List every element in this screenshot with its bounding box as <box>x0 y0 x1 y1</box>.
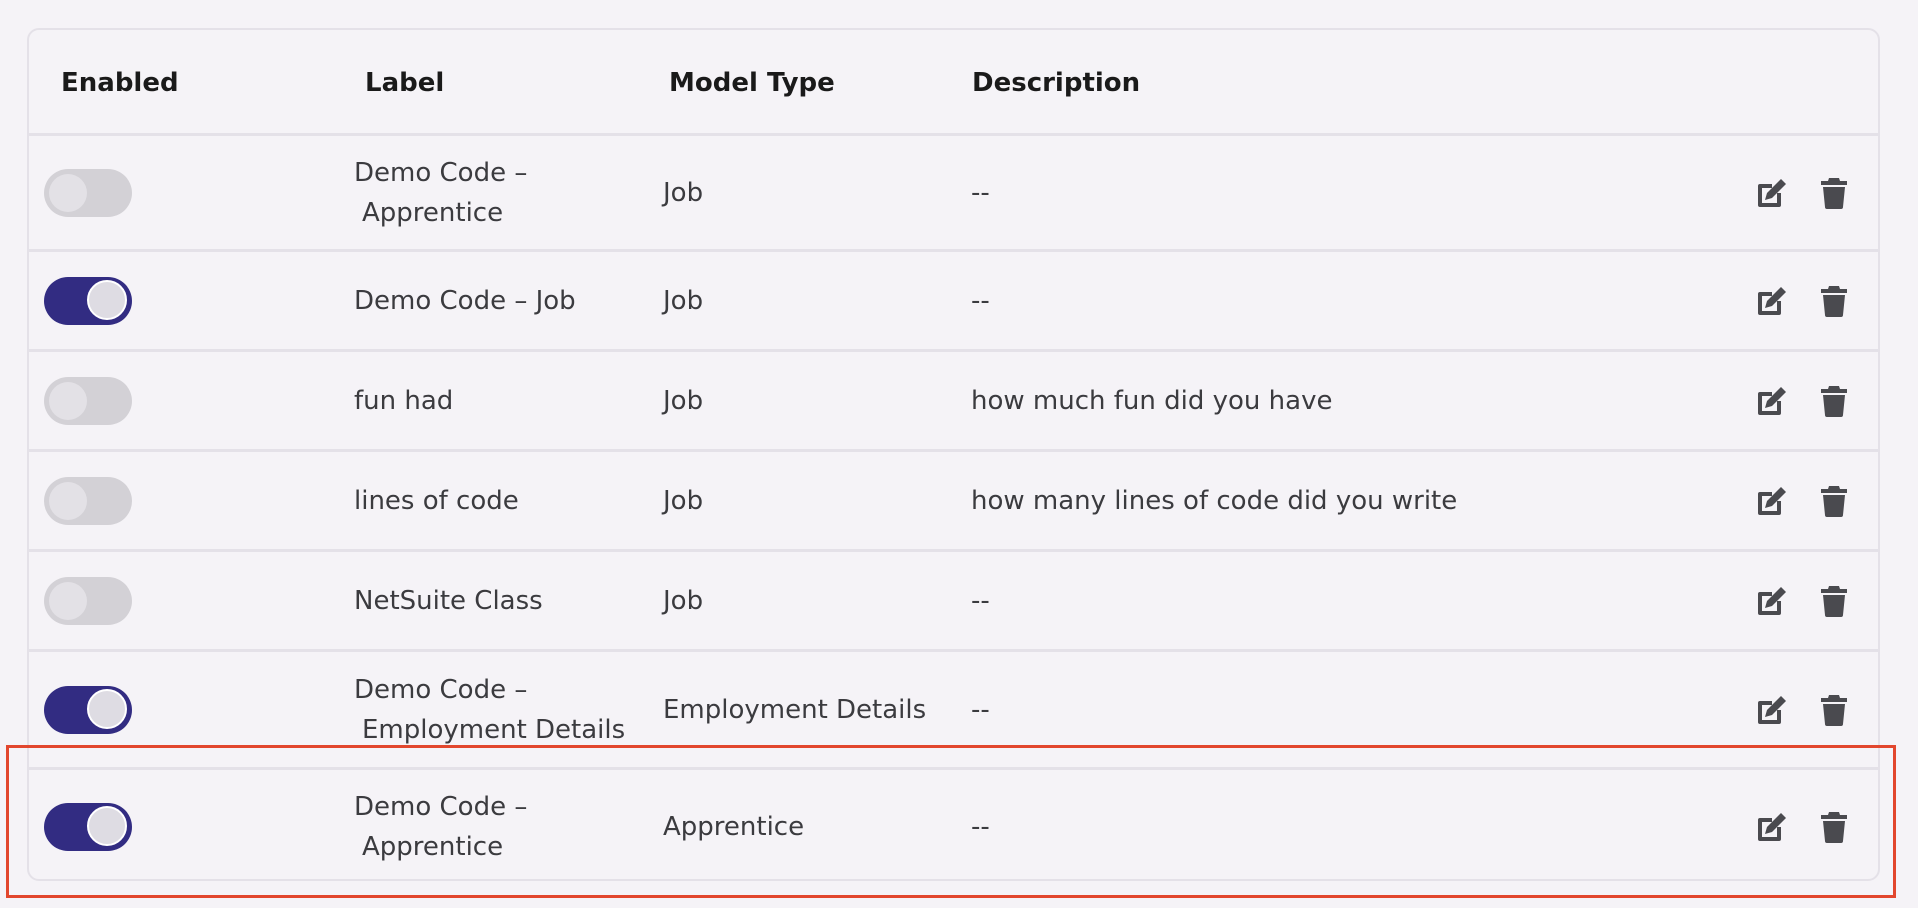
row-label: fun had <box>354 381 654 421</box>
table-row: Demo Code – Employment Details Employmen… <box>29 652 1878 770</box>
trash-icon[interactable] <box>1816 175 1852 211</box>
row-model-type: Employment Details <box>663 694 927 725</box>
row-label-line1: Demo Code – Job <box>354 285 576 316</box>
table-row: Demo Code – Job Job -- <box>29 252 1878 352</box>
table-row: NetSuite Class Job -- <box>29 552 1878 652</box>
column-header-label: Label <box>365 68 445 98</box>
toggle-knob <box>87 805 127 846</box>
row-model-type: Job <box>663 585 704 616</box>
page: Enabled Label Model Type Description Dem… <box>0 0 1918 908</box>
row-label: lines of code <box>354 481 654 521</box>
enabled-toggle[interactable] <box>44 168 132 217</box>
custom-fields-table: Enabled Label Model Type Description Dem… <box>27 28 1880 881</box>
trash-icon[interactable] <box>1816 809 1852 845</box>
enabled-toggle[interactable] <box>44 685 132 734</box>
row-model-type: Job <box>663 285 704 316</box>
row-description: -- <box>971 694 990 725</box>
column-header-model-type: Model Type <box>669 68 835 98</box>
row-actions <box>1754 583 1854 619</box>
enabled-toggle[interactable] <box>44 802 132 851</box>
row-actions <box>1754 175 1854 211</box>
edit-icon[interactable] <box>1754 583 1790 619</box>
table-row: lines of code Job how many lines of code… <box>29 452 1878 552</box>
row-label-line1: lines of code <box>354 485 519 516</box>
row-description: -- <box>971 285 990 316</box>
row-label-line2: Employment Details <box>362 714 626 745</box>
row-label: Demo Code – Employment Details <box>354 670 654 750</box>
table-row: fun had Job how much fun did you have <box>29 352 1878 452</box>
toggle-knob <box>87 688 127 729</box>
row-label: Demo Code – Job <box>354 281 654 321</box>
row-label-line2: Apprentice <box>362 831 504 862</box>
trash-icon[interactable] <box>1816 583 1852 619</box>
row-label: Demo Code – Apprentice <box>354 153 654 233</box>
toggle-knob <box>87 279 127 320</box>
row-label-line1: Demo Code – <box>354 674 528 705</box>
table-row: Demo Code – Apprentice Apprentice -- <box>29 770 1878 879</box>
edit-icon[interactable] <box>1754 692 1790 728</box>
trash-icon[interactable] <box>1816 383 1852 419</box>
edit-icon[interactable] <box>1754 809 1790 845</box>
row-model-type: Job <box>663 485 704 516</box>
row-actions <box>1754 283 1854 319</box>
row-actions <box>1754 809 1854 845</box>
table-row: Demo Code – Apprentice Job -- <box>29 136 1878 252</box>
edit-icon[interactable] <box>1754 283 1790 319</box>
row-label-line1: fun had <box>354 385 454 416</box>
toggle-knob <box>49 173 87 212</box>
toggle-knob <box>49 381 87 420</box>
trash-icon[interactable] <box>1816 483 1852 519</box>
row-actions <box>1754 692 1854 728</box>
row-label: NetSuite Class <box>354 581 654 621</box>
row-actions <box>1754 483 1854 519</box>
edit-icon[interactable] <box>1754 483 1790 519</box>
row-actions <box>1754 383 1854 419</box>
edit-icon[interactable] <box>1754 175 1790 211</box>
row-label: Demo Code – Apprentice <box>354 787 654 867</box>
enabled-toggle[interactable] <box>44 376 132 425</box>
row-label-line2: Apprentice <box>362 197 504 228</box>
row-label-line1: NetSuite Class <box>354 585 543 616</box>
edit-icon[interactable] <box>1754 383 1790 419</box>
trash-icon[interactable] <box>1816 283 1852 319</box>
table-header: Enabled Label Model Type Description <box>29 30 1878 136</box>
toggle-knob <box>49 481 87 520</box>
enabled-toggle[interactable] <box>44 476 132 525</box>
row-label-line1: Demo Code – <box>354 791 528 822</box>
row-description: -- <box>971 811 990 842</box>
column-header-enabled: Enabled <box>61 68 179 98</box>
row-description: how many lines of code did you write <box>971 485 1458 516</box>
toggle-knob <box>49 581 87 620</box>
row-description: how much fun did you have <box>971 385 1333 416</box>
column-header-description: Description <box>972 68 1141 98</box>
row-description: -- <box>971 585 990 616</box>
trash-icon[interactable] <box>1816 692 1852 728</box>
row-description: -- <box>971 177 990 208</box>
row-model-type: Job <box>663 385 704 416</box>
enabled-toggle[interactable] <box>44 276 132 325</box>
row-model-type: Apprentice <box>663 811 805 842</box>
enabled-toggle[interactable] <box>44 576 132 625</box>
row-label-line1: Demo Code – <box>354 157 528 188</box>
row-model-type: Job <box>663 177 704 208</box>
